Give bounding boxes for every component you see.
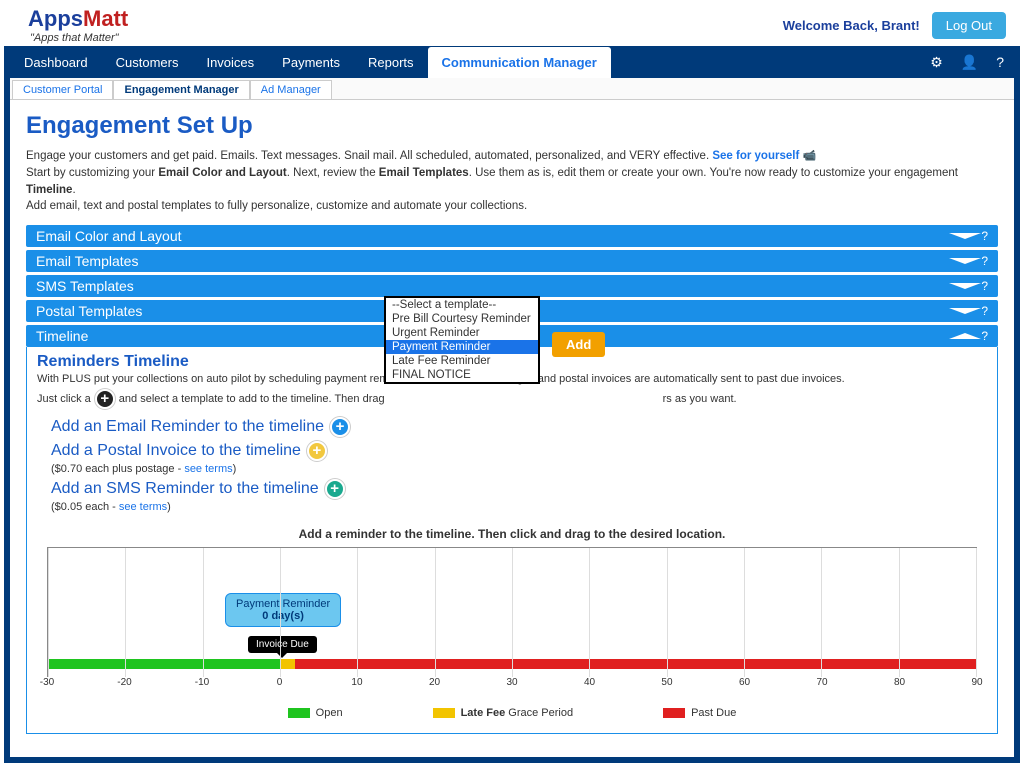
chevron-down-icon (949, 233, 981, 239)
subtab-ad-manager[interactable]: Ad Manager (250, 80, 332, 99)
postal-sub: ($0.70 each plus postage - see terms) (51, 463, 987, 475)
tagline: "Apps that Matter" (30, 32, 128, 44)
logo: AppsMatt "Apps that Matter" (28, 6, 128, 44)
help-icon[interactable]: ? (981, 254, 988, 268)
add-button[interactable]: Add (552, 332, 605, 357)
timeline-axis: -30-20-100102030405060708090 (47, 677, 977, 693)
video-icon: 📹 (802, 149, 816, 165)
accordion-email-templates[interactable]: Email Templates? (26, 250, 998, 272)
legend-open: Open (288, 707, 343, 719)
add-postal-invoice: Add a Postal Invoice to the timeline + (51, 441, 987, 461)
select-option[interactable]: FINAL NOTICE (386, 368, 538, 382)
select-option[interactable]: Pre Bill Courtesy Reminder (386, 312, 538, 326)
timeline-chart[interactable]: Payment Reminder 0 day(s) Invoice Due (47, 547, 977, 677)
help-icon[interactable]: ? (981, 229, 988, 243)
legend-past: Past Due (663, 707, 736, 719)
template-select[interactable]: --Select a template-- Pre Bill Courtesy … (384, 296, 540, 384)
logout-button[interactable]: Log Out (932, 12, 1006, 39)
chevron-down-icon (949, 283, 981, 289)
help-icon[interactable]: ? (996, 54, 1004, 71)
plus-icon: + (95, 389, 115, 409)
help-icon[interactable]: ? (981, 279, 988, 293)
see-for-yourself-link[interactable]: See for yourself (712, 150, 799, 162)
top-right: Welcome Back, Brant! Log Out (783, 12, 1006, 39)
nav-payments[interactable]: Payments (268, 47, 354, 78)
timeline-panel: Reminders Timeline With PLUS put your co… (26, 347, 998, 734)
add-email-button[interactable]: + (330, 417, 350, 437)
chevron-down-icon (949, 258, 981, 264)
nav-customers[interactable]: Customers (102, 47, 193, 78)
swatch-past (663, 708, 685, 718)
nav-invoices[interactable]: Invoices (192, 47, 268, 78)
accordion-sms-templates[interactable]: SMS Templates? (26, 275, 998, 297)
add-email-reminder: Add an Email Reminder to the timeline + (51, 417, 987, 437)
reminders-instruction: Just click a + and select a template to … (37, 389, 987, 409)
intro-text: Engage your customers and get paid. Emai… (26, 148, 998, 215)
nav-icons: ⚙ 👤 ? (930, 54, 1004, 71)
page-title: Engagement Set Up (26, 112, 998, 140)
chart-caption: Add a reminder to the timeline. Then cli… (37, 527, 987, 541)
main-nav: Dashboard Customers Invoices Payments Re… (10, 46, 1014, 78)
add-sms-button[interactable]: + (325, 479, 345, 499)
select-placeholder[interactable]: --Select a template-- (386, 298, 538, 312)
sms-sub: ($0.05 each - see terms) (51, 501, 987, 513)
nav-dashboard[interactable]: Dashboard (10, 47, 102, 78)
logo-text: AppsMatt (28, 6, 128, 32)
swatch-open (288, 708, 310, 718)
add-sms-reminder: Add an SMS Reminder to the timeline + (51, 479, 987, 499)
invoice-due-marker: Invoice Due (248, 636, 317, 653)
subtab-customer-portal[interactable]: Customer Portal (12, 80, 113, 99)
select-option[interactable]: Urgent Reminder (386, 326, 538, 340)
select-option-selected[interactable]: Payment Reminder (386, 340, 538, 354)
reminder-bubble[interactable]: Payment Reminder 0 day(s) (225, 593, 341, 627)
swatch-late (433, 708, 455, 718)
chevron-down-icon (949, 308, 981, 314)
welcome-text: Welcome Back, Brant! (783, 18, 920, 33)
content: Engagement Set Up Engage your customers … (10, 100, 1014, 757)
see-terms-link[interactable]: see terms (184, 463, 232, 475)
top-bar: AppsMatt "Apps that Matter" Welcome Back… (0, 0, 1024, 46)
select-option[interactable]: Late Fee Reminder (386, 354, 538, 368)
nav-communication-manager[interactable]: Communication Manager (428, 47, 611, 78)
subtab-engagement-manager[interactable]: Engagement Manager (113, 80, 249, 99)
app-frame: Dashboard Customers Invoices Payments Re… (4, 46, 1020, 763)
help-icon[interactable]: ? (981, 304, 988, 318)
gear-icon[interactable]: ⚙ (930, 54, 943, 71)
see-terms-link[interactable]: see terms (119, 501, 167, 513)
add-postal-button[interactable]: + (307, 441, 327, 461)
accordion-email-color[interactable]: Email Color and Layout? (26, 225, 998, 247)
legend: Open Late Fee Grace Period Past Due (37, 707, 987, 719)
legend-late: Late Fee Grace Period (433, 707, 574, 719)
nav-reports[interactable]: Reports (354, 47, 428, 78)
sub-tabs: Customer Portal Engagement Manager Ad Ma… (10, 78, 1014, 100)
chevron-up-icon (949, 333, 981, 339)
user-icon[interactable]: 👤 (961, 54, 978, 71)
help-icon[interactable]: ? (981, 329, 988, 343)
